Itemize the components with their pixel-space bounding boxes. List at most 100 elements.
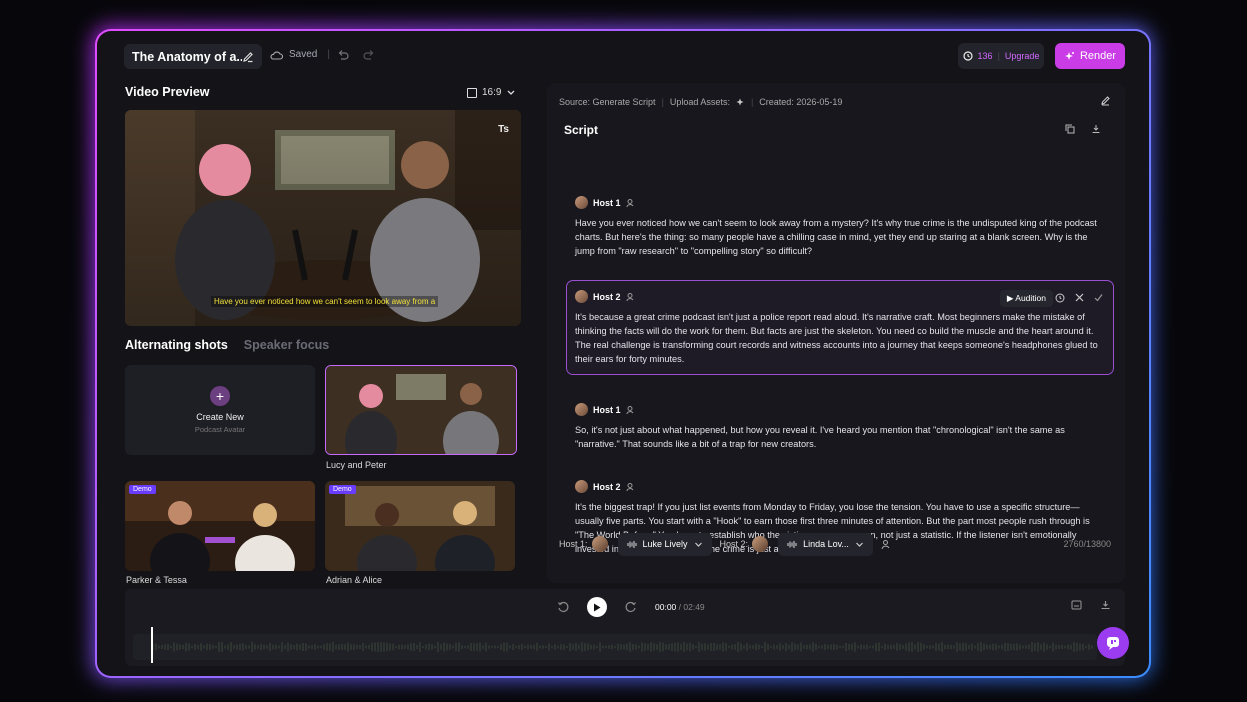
top-bar: The Anatomy of a... Saved | 136 | Upgrad…	[97, 31, 1149, 81]
avatar-card-lucy-peter[interactable]	[325, 365, 517, 455]
avatar-thumbnail	[125, 481, 315, 571]
segment-text[interactable]: So, it's not just about what happened, b…	[575, 423, 1105, 451]
audition-label: Audition	[1015, 293, 1046, 303]
host2-voice-select[interactable]: Linda Lov...	[778, 532, 873, 556]
waveform-icon	[627, 540, 637, 548]
close-icon[interactable]	[1075, 293, 1084, 302]
demo-badge: Demo	[129, 485, 156, 494]
copy-icon[interactable]	[1065, 124, 1075, 134]
avatar-card-label: Lucy and Peter	[326, 460, 387, 470]
subtitle-caption: Have you ever noticed how we can't seem …	[211, 296, 439, 307]
preview-scene	[125, 110, 521, 326]
user-switch-icon[interactable]	[625, 482, 636, 492]
upgrade-link[interactable]: Upgrade	[1005, 51, 1040, 61]
pencil-icon[interactable]	[242, 51, 254, 63]
aspect-ratio-value: 16:9	[482, 87, 502, 98]
user-switch-icon[interactable]	[625, 292, 636, 302]
clock-icon	[962, 51, 973, 61]
aspect-ratio-select[interactable]: 16:9	[467, 87, 516, 98]
meta-created: Created: 2026-05-19	[759, 97, 843, 107]
script-segment-selected[interactable]: Host 2 ▶ Audition It's because a great c…	[566, 280, 1114, 375]
avatar	[752, 536, 769, 552]
host-name: Host 2	[593, 291, 621, 302]
create-avatar-card[interactable]: + Create New Podcast Avatar	[125, 365, 315, 455]
undo-icon[interactable]	[337, 49, 349, 60]
project-title-field[interactable]: The Anatomy of a...	[124, 44, 262, 69]
credits-badge[interactable]: 136 | Upgrade	[958, 43, 1044, 69]
audition-button[interactable]: ▶ Audition	[999, 290, 1053, 307]
host1-voice: Luke Lively	[642, 539, 688, 549]
host1-label: Host 1:	[559, 539, 588, 549]
shot-tabs: Alternating shots Speaker focus	[125, 338, 329, 352]
history-icon[interactable]	[1055, 293, 1065, 303]
divider: |	[327, 49, 330, 60]
avatar	[575, 196, 588, 209]
meta-source: Source: Generate Script	[559, 97, 656, 107]
project-title: The Anatomy of a...	[132, 49, 242, 64]
sparkle-icon[interactable]	[736, 98, 745, 107]
host1-voice-select[interactable]: Luke Lively	[617, 532, 712, 556]
avatar-thumbnail	[326, 366, 516, 454]
download-icon[interactable]	[1091, 124, 1101, 134]
character-count: 2760/13800	[1063, 539, 1111, 549]
avatar-card-adrian-alice[interactable]: Demo	[325, 481, 515, 571]
divider: |	[661, 97, 664, 107]
segment-text[interactable]: Have you ever noticed how we can't seem …	[575, 216, 1105, 258]
meta-upload: Upload Assets:	[669, 97, 730, 107]
video-preview-title: Video Preview	[125, 85, 210, 99]
avatar-thumbnail	[325, 481, 515, 571]
chevron-down-icon	[856, 542, 863, 547]
demo-badge: Demo	[329, 485, 356, 494]
avatar	[591, 536, 608, 552]
avatar-card-parker-tessa[interactable]: Demo	[125, 481, 315, 571]
play-button[interactable]	[587, 597, 607, 617]
aspect-ratio-icon	[467, 87, 477, 98]
playhead[interactable]	[151, 627, 153, 663]
waveform-icon	[787, 540, 797, 548]
segment-text[interactable]: It's because a great crime podcast isn't…	[575, 310, 1104, 366]
divider: |	[750, 97, 754, 107]
credits-count: 136	[977, 51, 993, 61]
captions-icon[interactable]	[1071, 600, 1082, 610]
swap-hosts-icon[interactable]	[881, 539, 892, 550]
chevron-down-icon	[694, 542, 702, 547]
chat-icon	[1107, 637, 1119, 650]
save-status: Saved |	[270, 49, 330, 60]
text-style-icon[interactable]: Ts	[498, 124, 509, 135]
user-switch-icon[interactable]	[625, 198, 636, 208]
audio-player: 00:00 / 02:49	[125, 589, 1125, 666]
avatar	[575, 290, 588, 303]
render-button[interactable]: Render	[1055, 43, 1125, 69]
avatar-card-label: Adrian & Alice	[326, 575, 383, 585]
redo-icon[interactable]	[363, 49, 375, 60]
create-title: Create New	[196, 412, 244, 422]
forward-icon[interactable]	[625, 601, 637, 613]
script-segment[interactable]: Host 1 Have you ever noticed how we can'…	[575, 196, 1105, 258]
voice-bar: Host 1: Luke Lively Host 2: Linda Lov...…	[559, 532, 1111, 556]
check-icon[interactable]	[1094, 293, 1103, 302]
create-subtitle: Podcast Avatar	[194, 425, 246, 434]
rewind-icon[interactable]	[557, 601, 569, 613]
avatar-card-label: Parker & Tessa	[126, 575, 187, 585]
waveform	[152, 642, 1093, 652]
app-window: The Anatomy of a... Saved | 136 | Upgrad…	[97, 31, 1149, 676]
script-meta: Source: Generate Script | Upload Assets:…	[559, 97, 842, 107]
render-label: Render	[1079, 50, 1117, 62]
waveform-track[interactable]	[133, 634, 1097, 660]
user-switch-icon[interactable]	[625, 405, 636, 415]
host-name: Host 1	[593, 197, 621, 208]
saved-label: Saved	[289, 49, 318, 60]
current-time: 00:00	[655, 602, 677, 612]
edit-icon[interactable]	[1100, 95, 1111, 106]
host2-voice: Linda Lov...	[803, 539, 849, 549]
video-preview[interactable]: Ts Have you ever noticed how we can't se…	[125, 110, 521, 326]
playback-time: 00:00 / 02:49	[655, 602, 705, 612]
script-title: Script	[564, 123, 599, 137]
tab-speaker-focus[interactable]: Speaker focus	[244, 338, 329, 352]
chat-support-button[interactable]	[1097, 627, 1129, 659]
download-icon[interactable]	[1100, 600, 1111, 610]
app-frame: The Anatomy of a... Saved | 136 | Upgrad…	[95, 29, 1151, 678]
script-segment[interactable]: Host 1 So, it's not just about what happ…	[575, 403, 1105, 451]
script-panel: Source: Generate Script | Upload Assets:…	[547, 83, 1125, 583]
tab-alternating-shots[interactable]: Alternating shots	[125, 338, 228, 352]
